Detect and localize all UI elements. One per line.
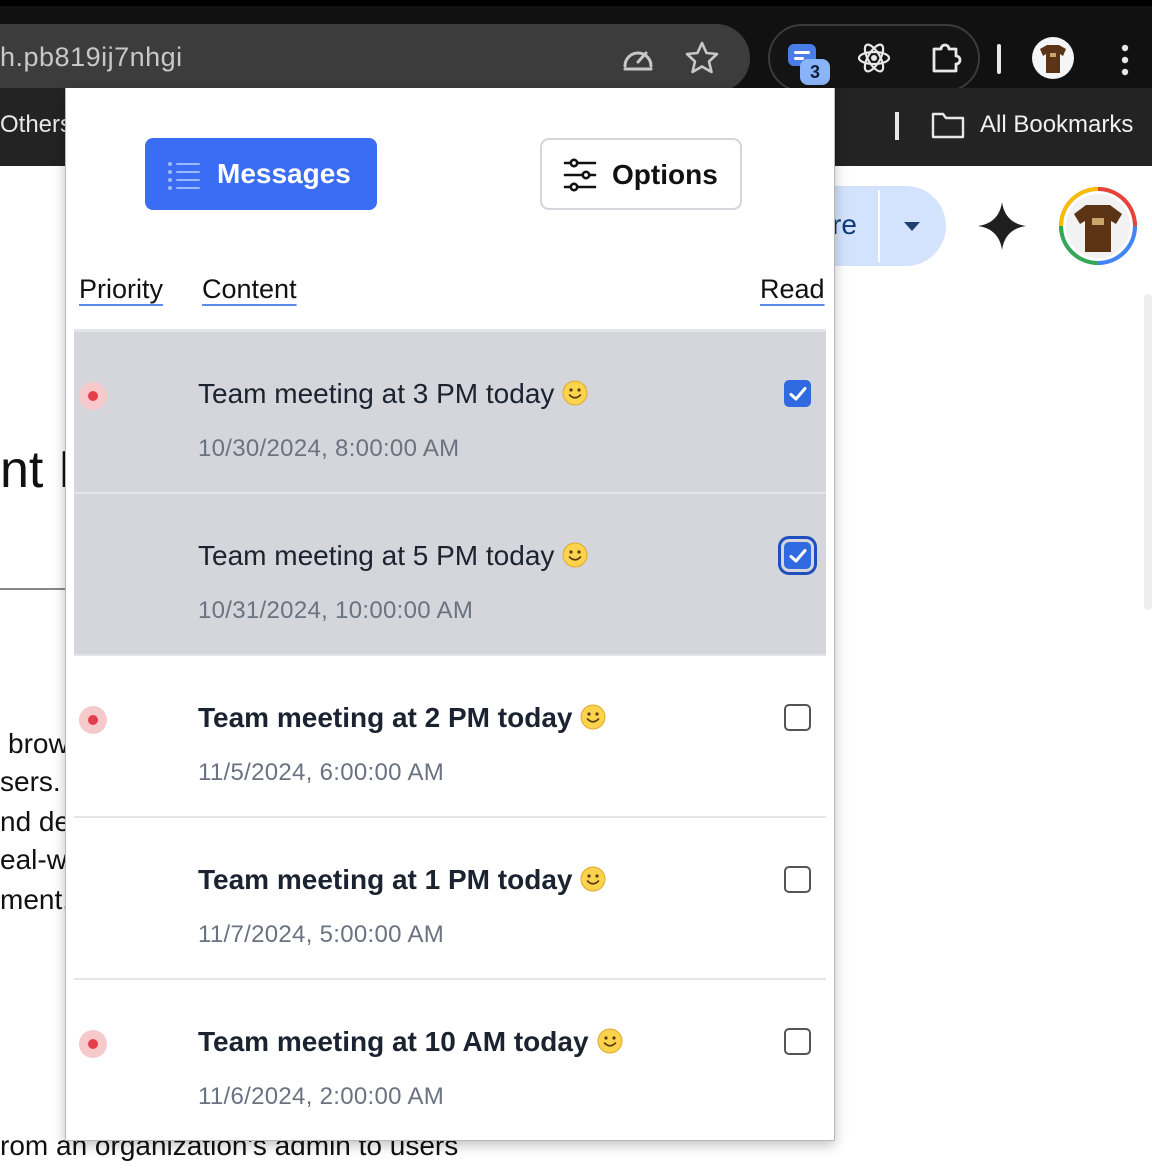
priority-indicator-icon [79,382,107,410]
page-text-line: eal-w [0,844,67,875]
page-text-line: nd de [0,806,71,837]
content-column-header[interactable]: Content [202,274,297,305]
react-devtools-icon[interactable] [855,39,893,77]
options-tab-button[interactable]: Options [540,138,742,210]
table-row[interactable]: Team meeting at 2 PM today 11/5/2024, 6:0… [74,656,826,818]
performance-icon[interactable] [620,40,656,76]
options-tab-label: Options [612,159,718,190]
read-checkbox[interactable] [784,704,811,731]
share-button-label: re [832,209,857,240]
read-checkbox[interactable] [784,380,811,407]
toolbar-divider [997,44,1001,74]
message-content: Team meeting at 5 PM today [198,540,588,572]
read-column-header[interactable]: Read [760,274,825,305]
account-avatar[interactable] [1058,186,1138,266]
page-text-line: brow [8,728,69,759]
checkmark-icon [789,549,807,563]
priority-column-header[interactable]: Priority [79,274,163,305]
sliders-icon [563,158,597,192]
bookmark-star-icon[interactable] [684,40,720,76]
all-bookmarks-link[interactable]: All Bookmarks [980,111,1133,139]
message-text: Team meeting at 10 AM today [198,1026,589,1057]
profile-avatar[interactable] [1032,37,1074,79]
read-checkbox[interactable] [784,866,811,893]
message-content: Team meeting at 1 PM today [198,864,606,896]
smile-emoji-icon [597,1028,623,1054]
message-timestamp: 11/6/2024, 2:00:00 AM [198,1083,445,1110]
messages-tab-label: Messages [217,158,351,189]
extension-popup: Messages Options Priority Content Read T… [65,88,835,1141]
table-row[interactable]: Team meeting at 3 PM today 10/30/2024, 8:… [74,332,826,494]
page-scrollbar[interactable] [1144,294,1152,610]
share-button-divider [878,190,880,262]
messages-tab-button[interactable]: Messages [145,138,377,210]
message-timestamp: 10/31/2024, 10:00:00 AM [198,597,474,624]
extensions-puzzle-icon[interactable] [928,39,966,77]
read-checkbox[interactable] [784,1028,811,1055]
read-checkbox[interactable] [778,536,817,575]
message-text: Team meeting at 5 PM today [198,540,555,571]
gemini-sparkle-icon[interactable] [976,200,1028,252]
table-row[interactable]: Team meeting at 1 PM today 11/7/2024, 5:0… [74,818,826,980]
address-url[interactable]: h.pb819ij7nhgi [0,42,183,73]
message-timestamp: 11/5/2024, 6:00:00 AM [198,759,445,786]
page-text-line: ment. [0,884,71,915]
list-icon [168,162,200,190]
message-timestamp: 11/7/2024, 5:00:00 AM [198,921,445,948]
message-content: Team meeting at 3 PM today [198,378,588,410]
message-content: Team meeting at 10 AM today [198,1026,623,1058]
page-heading: nt I [0,441,73,499]
browser-toolbar: h.pb819ij7nhgi 3 [0,0,1152,92]
smile-emoji-icon [580,704,606,730]
message-content: Team meeting at 2 PM today [198,702,606,734]
smile-emoji-icon [562,542,588,568]
checkmark-icon [789,387,807,401]
notification-badge: 3 [800,59,830,85]
priority-indicator-icon [79,1030,107,1058]
folder-icon[interactable] [930,110,966,140]
bookmarks-divider [895,112,899,140]
message-timestamp: 10/30/2024, 8:00:00 AM [198,435,460,462]
browser-menu-icon[interactable] [1118,42,1132,78]
page-text-line: sers. [0,766,61,797]
bookmark-others[interactable]: Others [0,111,72,139]
smile-emoji-icon [580,866,606,892]
smile-emoji-icon [562,380,588,406]
message-text: Team meeting at 3 PM today [198,378,555,409]
share-button[interactable]: re [820,186,946,266]
table-row[interactable]: Team meeting at 10 AM today 11/6/2024, 2:… [74,980,826,1140]
priority-indicator-icon [79,706,107,734]
message-text: Team meeting at 2 PM today [198,702,573,733]
message-text: Team meeting at 1 PM today [198,864,573,895]
chevron-down-icon[interactable] [904,222,920,231]
page-divider [0,588,70,590]
table-row[interactable]: Team meeting at 5 PM today 10/31/2024, 10… [74,494,826,656]
